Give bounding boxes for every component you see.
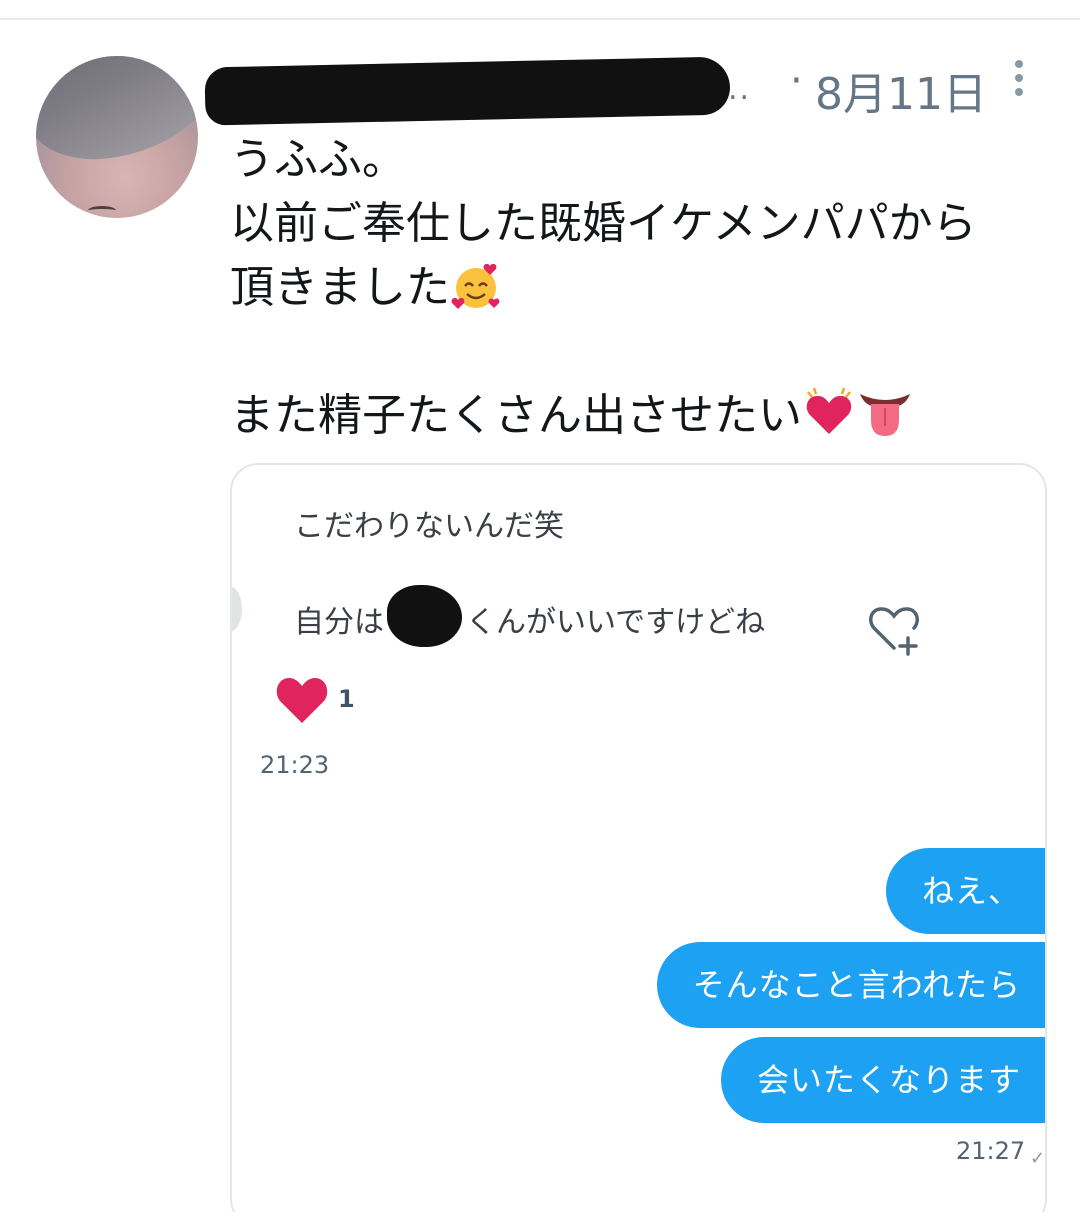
- tweet-line: 頂きました: [230, 256, 1050, 320]
- attached-dm-screenshot[interactable]: こだわりないんだ笑 自分は くんがいいですけどね 1 21:23 ねえ、 そんな…: [230, 463, 1047, 1212]
- date-separator: ·: [790, 58, 803, 104]
- dm-message-received: 自分は: [294, 605, 384, 640]
- tweet-date[interactable]: 8月11日: [815, 58, 987, 122]
- redacted-name: [387, 585, 462, 647]
- dm-message-received: こだわりないんだ笑: [294, 509, 564, 544]
- sent-message-bubble: 会いたくなります: [720, 1037, 1045, 1123]
- tweet-text: うふふ。 以前ご奉仕した既婚イケメンパパから 頂きました また精子たくさん出させ…: [230, 128, 1050, 448]
- avatar[interactable]: [36, 56, 198, 218]
- dm-message-received: くんがいいですけどね: [466, 605, 766, 640]
- smiling-face-with-hearts-icon: [451, 263, 500, 309]
- redacted-username[interactable]: [204, 56, 731, 126]
- like-count: 1: [338, 685, 355, 713]
- tweet-line: また精子たくさん出させたい: [230, 384, 1050, 448]
- tweet-line: うふふ。: [230, 134, 406, 185]
- read-check-icon: ✓: [1030, 1148, 1046, 1169]
- sent-timestamp: 21:27: [956, 1137, 1026, 1165]
- tweet-screenshot: .. · 8月11日 うふふ。 以前ご奉仕した既婚イケメンパパから 頂きました …: [0, 0, 1080, 1212]
- tongue-icon: [860, 394, 910, 436]
- top-divider: [0, 18, 1080, 20]
- received-timestamp: 21:23: [260, 751, 330, 779]
- username-ellipsis: ..: [728, 72, 752, 107]
- avatar-eye: [88, 206, 116, 215]
- sent-message-bubble: ねえ、: [885, 848, 1045, 934]
- avatar-hair: [36, 56, 198, 169]
- tweet-line: 以前ご奉仕した既婚イケメンパパから: [230, 198, 977, 249]
- add-reaction-icon[interactable]: [864, 598, 924, 658]
- more-options-icon[interactable]: [1010, 60, 1028, 100]
- sent-message-bubble: そんなこと言われたら: [656, 942, 1045, 1028]
- partner-avatar: [232, 587, 242, 631]
- like-heart-icon[interactable]: [274, 675, 330, 725]
- beating-heart-icon: [806, 387, 852, 434]
